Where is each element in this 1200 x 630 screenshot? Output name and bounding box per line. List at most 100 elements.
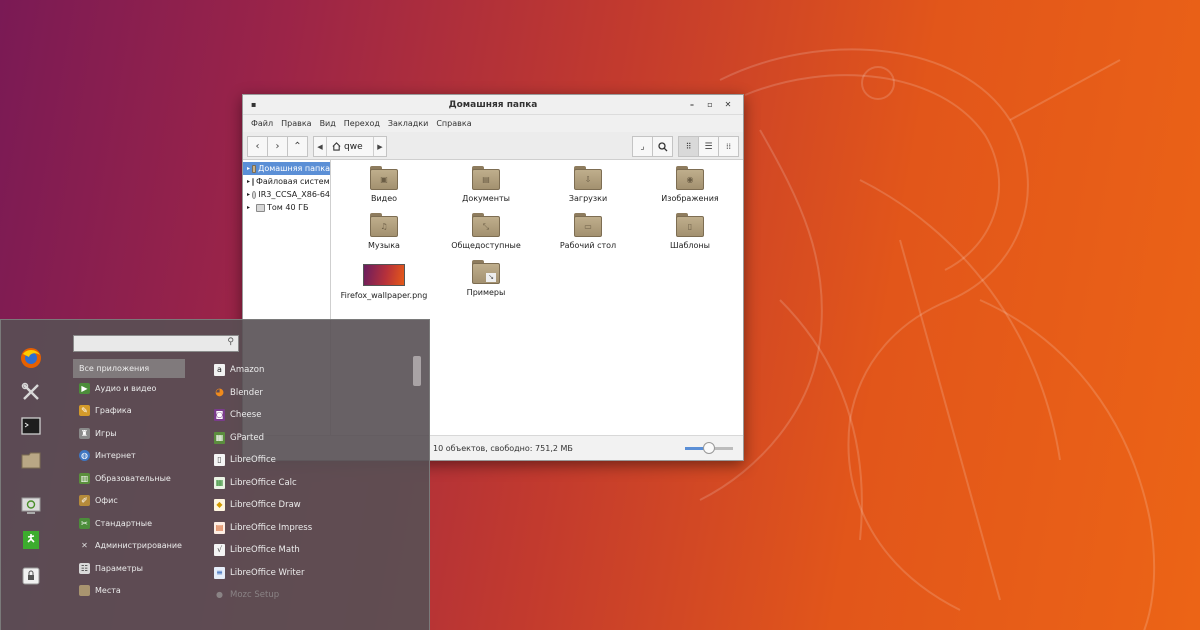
menu-file[interactable]: Файл (247, 119, 277, 128)
compact-view-button[interactable]: ⁞⁞ (718, 136, 739, 157)
minimize-icon[interactable]: – (685, 95, 699, 115)
window-title: Домашняя папка (448, 100, 538, 110)
path-left-arrow-icon[interactable]: ◀ (314, 143, 326, 151)
forward-button[interactable]: › (267, 136, 288, 157)
sidebar-item-filesystem[interactable]: ▸ Файловая система (243, 175, 330, 188)
file-item-label: Видео (370, 194, 398, 203)
favorite-lock[interactable] (11, 562, 51, 590)
path-crumb-home[interactable]: qwe (326, 137, 374, 156)
menu-scrollbar[interactable] (413, 350, 421, 610)
expander-icon[interactable]: ▸ (247, 178, 250, 185)
libreoffice-math-icon: √ (214, 544, 225, 556)
application-menu: ⚲ Все приложения ▶ Аудио и видео ✎ Графи… (0, 319, 430, 630)
category-accessories[interactable]: ✂ Стандартные (73, 514, 185, 533)
internet-globe-icon: ◍ (79, 450, 90, 461)
sidebar-item-label: IR3_CCSA_X86-64 (258, 190, 330, 199)
menu-help[interactable]: Справка (432, 119, 475, 128)
app-amazon[interactable]: a Amazon (214, 361, 264, 379)
window-titlebar[interactable]: ▪ Домашняя папка – ▫ ✕ (243, 95, 743, 115)
sidebar-item-cdrom[interactable]: ▸ IR3_CCSA_X86-64 (243, 188, 330, 201)
file-item-pictures[interactable]: ◉ Изображения (640, 166, 740, 203)
file-item-examples[interactable]: ↘ Примеры (436, 260, 536, 297)
graphics-icon: ✎ (79, 405, 90, 416)
files-icon (21, 452, 41, 468)
libreoffice-icon: ▯ (214, 454, 225, 466)
toolbar: ‹ › ⌃ ◀ qwe ▶ ⌟ ⠿ ☰ ⁞⁞ (243, 132, 743, 160)
app-cheese[interactable]: ◙ Cheese (214, 406, 261, 424)
path-right-arrow-icon[interactable]: ▶ (374, 143, 386, 151)
menu-scrollbar-thumb[interactable] (413, 356, 421, 386)
expander-icon[interactable]: ▸ (247, 204, 254, 211)
file-item-label: Документы (462, 194, 510, 203)
app-gparted[interactable]: ▦ GParted (214, 429, 264, 447)
zoom-slider[interactable] (685, 442, 733, 454)
sidebar-item-label: Файловая система (256, 177, 330, 186)
list-view-button[interactable]: ☰ (698, 136, 719, 157)
app-label: LibreOffice Impress (230, 523, 313, 533)
window-menu-icon[interactable]: ▪ (251, 95, 256, 115)
favorite-settings[interactable] (11, 378, 51, 406)
back-button[interactable]: ‹ (247, 136, 268, 157)
file-item-wallpaper[interactable]: Firefox_wallpaper.png (334, 264, 434, 300)
app-label: LibreOffice (230, 455, 276, 465)
category-games[interactable]: ♜ Игры (73, 424, 185, 443)
category-label: Графика (95, 406, 132, 415)
category-label: Администрирование (95, 541, 182, 550)
up-button[interactable]: ⌃ (287, 136, 308, 157)
category-office[interactable]: ✐ Офис (73, 491, 185, 510)
category-graphics[interactable]: ✎ Графика (73, 401, 185, 420)
app-libreoffice-writer[interactable]: ≡ LibreOffice Writer (214, 564, 304, 582)
app-libreoffice[interactable]: ▯ LibreOffice (214, 451, 276, 469)
icon-view-button[interactable]: ⠿ (678, 136, 699, 157)
menu-edit[interactable]: Правка (277, 119, 315, 128)
category-preferences[interactable]: ☷ Параметры (73, 559, 185, 578)
favorite-exit[interactable] (11, 526, 51, 554)
location-toggle-button[interactable]: ⌟ (632, 136, 653, 157)
office-icon: ✐ (79, 495, 90, 506)
search-button[interactable] (652, 136, 673, 157)
app-label: LibreOffice Calc (230, 478, 297, 488)
favorite-terminal[interactable] (11, 412, 51, 440)
category-all-apps[interactable]: Все приложения (73, 359, 185, 378)
file-item-label: Примеры (466, 288, 506, 297)
maximize-icon[interactable]: ▫ (703, 95, 717, 115)
menu-search-input[interactable]: ⚲ (73, 335, 239, 352)
menu-bookmarks[interactable]: Закладки (384, 119, 432, 128)
expander-icon[interactable]: ▸ (247, 191, 250, 198)
category-label: Аудио и видео (95, 384, 157, 393)
favorite-firefox[interactable] (11, 344, 51, 372)
zoom-slider-handle[interactable] (703, 442, 715, 454)
app-libreoffice-calc[interactable]: ▦ LibreOffice Calc (214, 474, 297, 492)
file-item-public[interactable]: ⤡ Общедоступные (436, 213, 536, 250)
file-item-downloads[interactable]: ⇩ Загрузки (538, 166, 638, 203)
drive-icon (252, 177, 255, 186)
favorite-logout[interactable] (11, 492, 51, 520)
app-libreoffice-draw[interactable]: ◆ LibreOffice Draw (214, 496, 301, 514)
menu-go[interactable]: Переход (340, 119, 384, 128)
app-mozc-setup[interactable]: ● Mozc Setup (214, 586, 279, 604)
home-folder-icon (252, 164, 257, 173)
sidebar-item-volume[interactable]: ▸ Том 40 ГБ (243, 201, 330, 214)
category-audio-video[interactable]: ▶ Аудио и видео (73, 379, 185, 398)
file-item-desktop[interactable]: ▭ Рабочий стол (538, 213, 638, 250)
file-item-video[interactable]: ▣ Видео (334, 166, 434, 203)
category-label: Параметры (95, 564, 143, 573)
libreoffice-draw-icon: ◆ (214, 499, 225, 511)
file-item-templates[interactable]: ▯ Шаблоны (640, 213, 740, 250)
category-administration[interactable]: ✕ Администрирование (73, 536, 185, 555)
favorite-files[interactable] (11, 446, 51, 474)
category-places[interactable]: Места (73, 581, 185, 600)
category-internet[interactable]: ◍ Интернет (73, 446, 185, 465)
file-item-music[interactable]: ♫ Музыка (334, 213, 434, 250)
category-education[interactable]: ▥ Образовательные (73, 469, 185, 488)
app-libreoffice-impress[interactable]: ▤ LibreOffice Impress (214, 519, 312, 537)
menu-view[interactable]: Вид (316, 119, 340, 128)
app-libreoffice-math[interactable]: √ LibreOffice Math (214, 541, 300, 559)
audio-video-icon: ▶ (79, 383, 90, 394)
expander-icon[interactable]: ▸ (247, 165, 250, 172)
app-blender[interactable]: ◕ Blender (214, 384, 263, 402)
sidebar-item-home[interactable]: ▸ Домашняя папка (243, 162, 330, 175)
close-icon[interactable]: ✕ (721, 95, 735, 115)
gparted-icon: ▦ (214, 432, 225, 444)
file-item-documents[interactable]: ▤ Документы (436, 166, 536, 203)
